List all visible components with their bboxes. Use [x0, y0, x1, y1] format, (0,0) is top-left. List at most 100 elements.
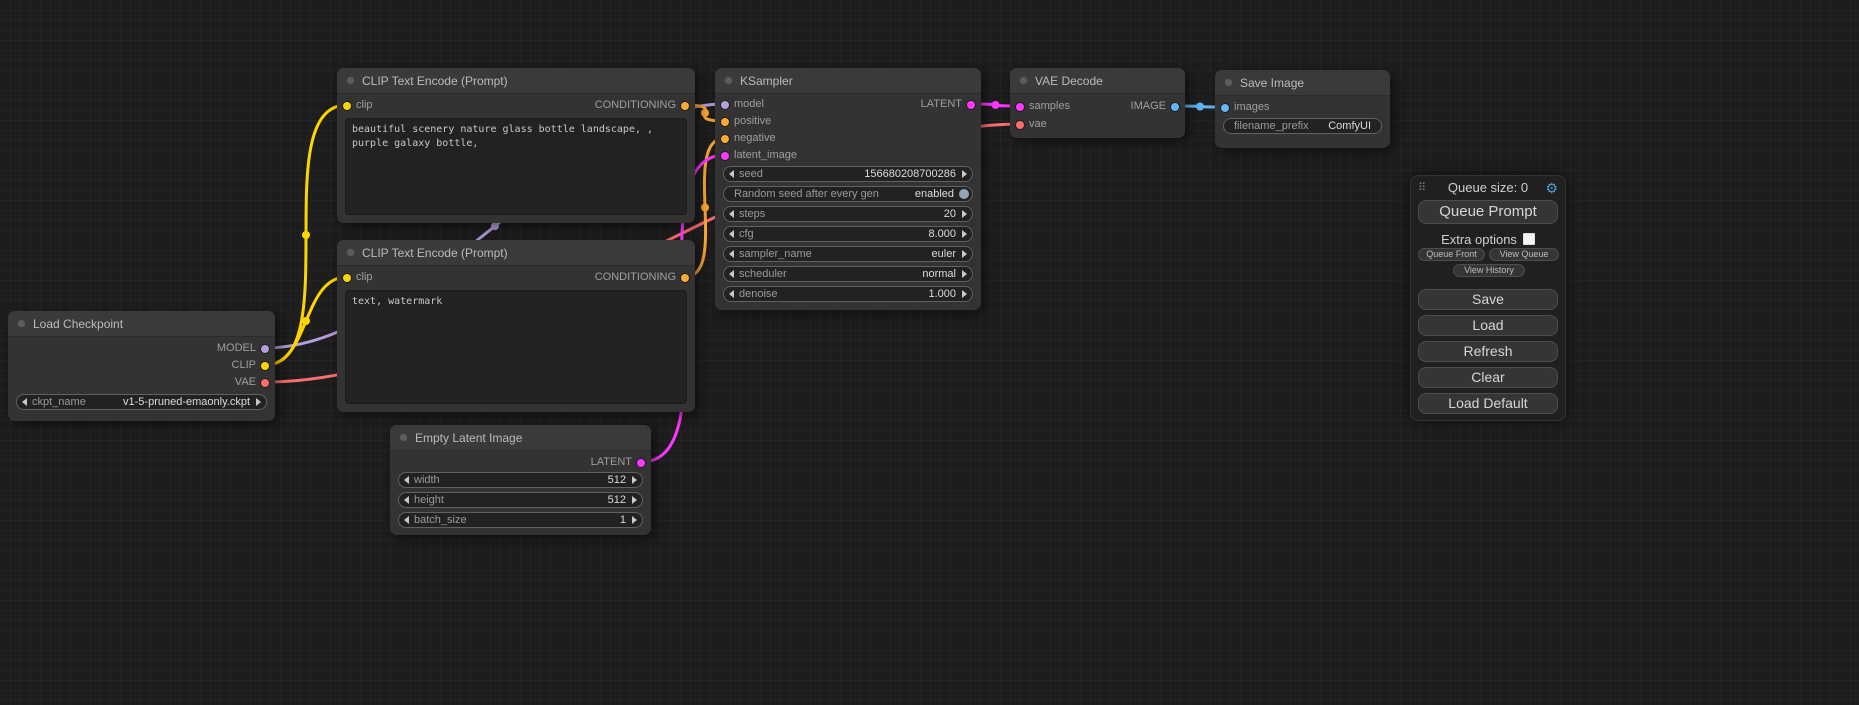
node-clip-text-encode-positive[interactable]: CLIP Text Encode (Prompt) clip CONDITION…: [337, 68, 695, 223]
conditioning-output-slot[interactable]: [681, 274, 689, 282]
collapse-dot-icon[interactable]: [1019, 76, 1028, 85]
node-title: Save Image: [1240, 76, 1304, 90]
decrement-arrow-icon[interactable]: [729, 170, 734, 178]
negative-prompt-textarea[interactable]: text, watermark: [345, 290, 687, 404]
clear-button[interactable]: Clear: [1418, 367, 1558, 388]
decrement-arrow-icon[interactable]: [729, 250, 734, 258]
decrement-arrow-icon[interactable]: [729, 210, 734, 218]
steps-widget[interactable]: steps 20: [723, 206, 973, 222]
node-ksampler[interactable]: KSampler model LATENT positive negative …: [715, 68, 981, 310]
latent-output-slot[interactable]: [637, 459, 645, 467]
increment-arrow-icon[interactable]: [962, 250, 967, 258]
conditioning-output-slot[interactable]: [681, 102, 689, 110]
slot-label: CONDITIONING: [595, 271, 676, 283]
seed-toggle-dot-icon[interactable]: [959, 189, 969, 199]
width-widget[interactable]: width 512: [398, 472, 643, 488]
clip-input-slot[interactable]: [343, 274, 351, 282]
increment-arrow-icon[interactable]: [962, 270, 967, 278]
settings-gear-icon[interactable]: ⚙: [1545, 180, 1558, 197]
refresh-button[interactable]: Refresh: [1418, 341, 1558, 362]
node-title-bar[interactable]: Empty Latent Image: [390, 425, 651, 451]
increment-arrow-icon[interactable]: [962, 170, 967, 178]
slot-label: images: [1234, 101, 1269, 113]
node-title-bar[interactable]: CLIP Text Encode (Prompt): [337, 240, 695, 266]
batch-size-widget[interactable]: batch_size 1: [398, 512, 643, 528]
decrement-arrow-icon[interactable]: [404, 476, 409, 484]
model-input-slot[interactable]: [721, 101, 729, 109]
collapse-dot-icon[interactable]: [724, 76, 733, 85]
node-save-image[interactable]: Save Image images filename_prefix ComfyU…: [1215, 70, 1390, 148]
node-vae-decode[interactable]: VAE Decode samples IMAGE vae: [1010, 68, 1185, 138]
decrement-arrow-icon[interactable]: [729, 290, 734, 298]
collapse-dot-icon[interactable]: [399, 433, 408, 442]
slot-label: positive: [734, 115, 771, 127]
vae-input-slot[interactable]: [1016, 121, 1024, 129]
increment-arrow-icon[interactable]: [962, 230, 967, 238]
widget-value: 156680208700286: [864, 168, 956, 181]
clip-output-slot[interactable]: [261, 362, 269, 370]
node-title-bar[interactable]: VAE Decode: [1010, 68, 1185, 94]
cfg-widget[interactable]: cfg 8.000: [723, 226, 973, 242]
widget-value: 1.000: [928, 288, 956, 301]
model-output-slot[interactable]: [261, 345, 269, 353]
random-seed-toggle[interactable]: Random seed after every gen enabled: [723, 186, 973, 202]
widget-label: denoise: [739, 288, 778, 301]
drag-handle-icon[interactable]: ⠿: [1418, 181, 1426, 194]
graph-canvas[interactable]: Load Checkpoint MODEL CLIP VAE ckpt_name…: [0, 0, 1859, 705]
increment-arrow-icon[interactable]: [632, 516, 637, 524]
negative-input-slot[interactable]: [721, 135, 729, 143]
decrement-arrow-icon[interactable]: [729, 270, 734, 278]
vae-output-slot[interactable]: [261, 379, 269, 387]
decrement-arrow-icon[interactable]: [404, 496, 409, 504]
collapse-dot-icon[interactable]: [17, 319, 26, 328]
slot-label: clip: [356, 271, 373, 283]
ckpt-name-widget[interactable]: ckpt_name v1-5-pruned-emaonly.ckpt: [16, 394, 267, 410]
node-clip-text-encode-negative[interactable]: CLIP Text Encode (Prompt) clip CONDITION…: [337, 240, 695, 412]
increment-arrow-icon[interactable]: [962, 290, 967, 298]
increment-arrow-icon[interactable]: [256, 398, 261, 406]
increment-arrow-icon[interactable]: [632, 496, 637, 504]
node-title-bar[interactable]: CLIP Text Encode (Prompt): [337, 68, 695, 94]
denoise-widget[interactable]: denoise 1.000: [723, 286, 973, 302]
scheduler-widget[interactable]: scheduler normal: [723, 266, 973, 282]
increment-arrow-icon[interactable]: [962, 210, 967, 218]
load-default-button[interactable]: Load Default: [1418, 393, 1558, 414]
collapse-dot-icon[interactable]: [346, 248, 355, 257]
widget-label: Random seed after every gen: [734, 188, 879, 201]
images-input-slot[interactable]: [1221, 104, 1229, 112]
extra-options-label: Extra options: [1441, 232, 1517, 247]
node-title-bar[interactable]: KSampler: [715, 68, 981, 94]
node-load-checkpoint[interactable]: Load Checkpoint MODEL CLIP VAE ckpt_name…: [8, 311, 275, 421]
image-output-slot[interactable]: [1171, 103, 1179, 111]
latent-output-slot[interactable]: [967, 101, 975, 109]
load-button[interactable]: Load: [1418, 315, 1558, 336]
filename-prefix-widget[interactable]: filename_prefix ComfyUI: [1223, 118, 1382, 134]
positive-input-slot[interactable]: [721, 118, 729, 126]
queue-prompt-button[interactable]: Queue Prompt: [1418, 200, 1558, 224]
decrement-arrow-icon[interactable]: [22, 398, 27, 406]
slot-label: latent_image: [734, 149, 797, 161]
save-button[interactable]: Save: [1418, 289, 1558, 310]
latent-image-input-slot[interactable]: [721, 152, 729, 160]
collapse-dot-icon[interactable]: [346, 76, 355, 85]
sampler-name-widget[interactable]: sampler_name euler: [723, 246, 973, 262]
clip-input-slot[interactable]: [343, 102, 351, 110]
slot-label: MODEL: [217, 342, 256, 354]
seed-widget[interactable]: seed 156680208700286: [723, 166, 973, 182]
samples-input-slot[interactable]: [1016, 103, 1024, 111]
queue-front-button[interactable]: Queue Front: [1418, 248, 1485, 261]
height-widget[interactable]: height 512: [398, 492, 643, 508]
node-title-bar[interactable]: Save Image: [1215, 70, 1390, 96]
positive-prompt-textarea[interactable]: beautiful scenery nature glass bottle la…: [345, 118, 687, 215]
widget-label: batch_size: [414, 514, 467, 527]
view-history-button[interactable]: View History: [1453, 264, 1525, 277]
node-title-bar[interactable]: Load Checkpoint: [8, 311, 275, 337]
view-queue-button[interactable]: View Queue: [1489, 248, 1559, 261]
link-midpoint-dot: [491, 222, 499, 230]
decrement-arrow-icon[interactable]: [404, 516, 409, 524]
extra-options-checkbox[interactable]: [1523, 233, 1535, 245]
increment-arrow-icon[interactable]: [632, 476, 637, 484]
node-empty-latent-image[interactable]: Empty Latent Image LATENT width 512 heig…: [390, 425, 651, 535]
decrement-arrow-icon[interactable]: [729, 230, 734, 238]
collapse-dot-icon[interactable]: [1224, 78, 1233, 87]
